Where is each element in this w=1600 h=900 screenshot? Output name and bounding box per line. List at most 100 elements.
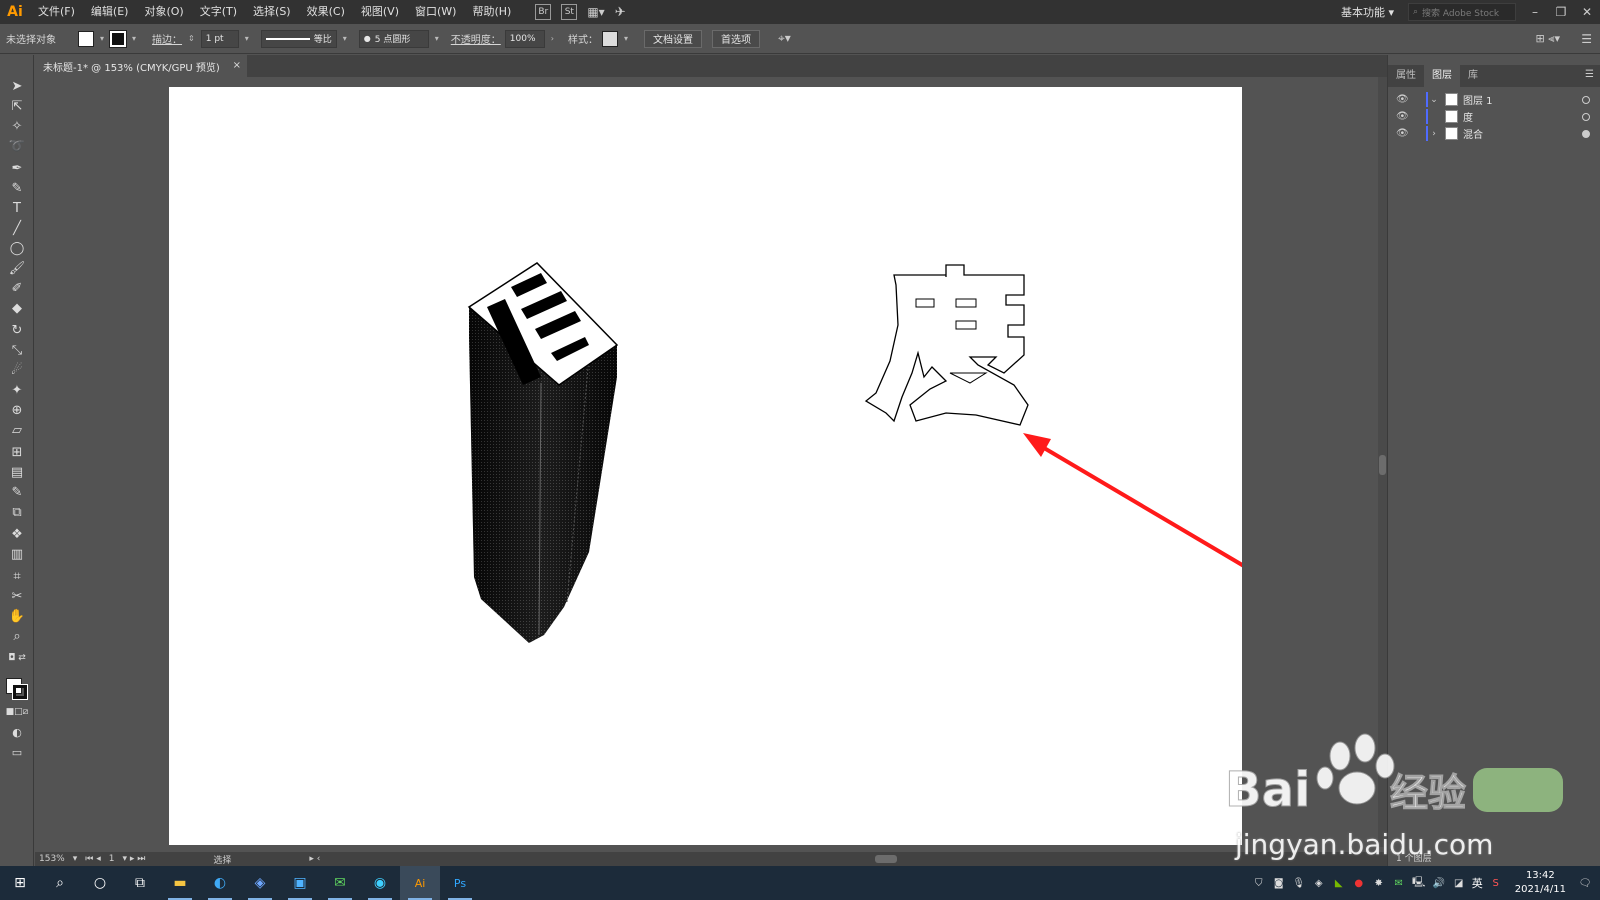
- wechat-tray-icon[interactable]: ✉: [1392, 876, 1406, 890]
- tray-app-icon[interactable]: ◈: [1312, 876, 1326, 890]
- brush-definition[interactable]: ● 5 点圆形: [358, 29, 429, 48]
- menu-object[interactable]: 对象(O): [136, 0, 191, 24]
- record-icon[interactable]: ●: [1352, 876, 1366, 890]
- blob-brush-tool-icon[interactable]: ✐: [7, 279, 27, 297]
- wechat-icon[interactable]: ✉: [320, 866, 360, 900]
- zoom-dropdown-icon[interactable]: ▾: [73, 854, 78, 864]
- vertical-scroll-thumb[interactable]: [1379, 455, 1386, 475]
- rotate-tool-icon[interactable]: ↻: [7, 321, 27, 339]
- menu-edit[interactable]: 编辑(E): [83, 0, 137, 24]
- variable-width-profile[interactable]: 等比: [260, 29, 337, 48]
- layer-name[interactable]: 混合: [1463, 126, 1483, 141]
- vertical-scrollbar[interactable]: [1378, 77, 1387, 847]
- network-icon[interactable]: 🖳: [1412, 876, 1426, 890]
- menu-type[interactable]: 文字(T): [192, 0, 245, 24]
- gpu-performance-icon[interactable]: ✈: [615, 5, 626, 20]
- restore-icon[interactable]: ❐: [1548, 5, 1574, 19]
- opacity-arrow-icon[interactable]: ›: [551, 34, 554, 43]
- edge-browser-icon[interactable]: ◐: [200, 866, 240, 900]
- magic-wand-tool-icon[interactable]: ✧: [7, 117, 27, 135]
- paintbrush-tool-icon[interactable]: 🖌: [7, 259, 27, 277]
- expand-chevron-right-icon[interactable]: ›: [1428, 129, 1440, 139]
- transform-icon[interactable]: ⌖▾: [778, 31, 791, 46]
- stock-button[interactable]: St: [561, 4, 578, 20]
- stroke-weight-dropdown-icon[interactable]: ▾: [245, 34, 249, 43]
- notification-icon[interactable]: 🗨: [1578, 876, 1592, 890]
- status-menu-icon[interactable]: ▸ ‹: [309, 854, 320, 864]
- default-colors-icon[interactable]: ◘ ⇄: [7, 649, 27, 667]
- horizontal-scroll-thumb[interactable]: [875, 855, 897, 863]
- outlined-glyph[interactable]: [864, 264, 1029, 426]
- selection-tool-icon[interactable]: ➤: [7, 77, 27, 95]
- shape-builder-tool-icon[interactable]: ⊕: [7, 401, 27, 419]
- close-icon[interactable]: ✕: [1574, 5, 1600, 19]
- eyedropper-tool-icon[interactable]: ✎: [7, 483, 27, 501]
- microphone-icon[interactable]: 🎙: [1292, 876, 1306, 890]
- document-setup-button[interactable]: 文档设置: [644, 29, 702, 48]
- mesh-tool-icon[interactable]: ⊞: [7, 443, 27, 461]
- menu-help[interactable]: 帮助(H): [464, 0, 519, 24]
- zoom-tool-icon[interactable]: ⌕: [7, 627, 27, 645]
- column-graph-tool-icon[interactable]: ▥: [7, 545, 27, 563]
- direct-selection-tool-icon[interactable]: ⇱: [7, 97, 27, 115]
- app-icon[interactable]: ◈: [240, 866, 280, 900]
- app-icon[interactable]: ▣: [280, 866, 320, 900]
- menu-effect[interactable]: 效果(C): [299, 0, 353, 24]
- screen-mode-icon[interactable]: ▭: [7, 743, 27, 761]
- menu-window[interactable]: 窗口(W): [407, 0, 464, 24]
- lasso-tool-icon[interactable]: ➰: [7, 137, 27, 155]
- tab-properties[interactable]: 属性: [1388, 65, 1424, 87]
- illustrator-icon[interactable]: Ai: [400, 866, 440, 900]
- symbol-sprayer-tool-icon[interactable]: ❖: [7, 525, 27, 543]
- curvature-tool-icon[interactable]: ✎: [7, 179, 27, 197]
- layer-name[interactable]: 图层 1: [1463, 92, 1493, 107]
- panel-options-icon[interactable]: ☰: [1581, 32, 1592, 46]
- visibility-eye-icon[interactable]: 👁: [1396, 94, 1410, 105]
- style-dropdown-icon[interactable]: ▾: [624, 34, 628, 43]
- fill-swatch[interactable]: [78, 30, 94, 47]
- preferences-button[interactable]: 首选项: [712, 29, 760, 48]
- tab-libraries[interactable]: 库: [1460, 65, 1486, 87]
- search-icon[interactable]: ⌕: [40, 866, 80, 900]
- input-method-indicator[interactable]: 英: [1472, 875, 1483, 891]
- perspective-grid-tool-icon[interactable]: ▱: [7, 421, 27, 439]
- layer-row[interactable]: 👁 ⌄ 图层 1: [1396, 91, 1596, 108]
- zoom-level[interactable]: 153%: [39, 854, 65, 864]
- pen-tool-icon[interactable]: ✒: [7, 159, 27, 177]
- app-icon[interactable]: ◉: [360, 866, 400, 900]
- scale-tool-icon[interactable]: ⤡: [7, 341, 27, 359]
- stroke-dropdown-icon[interactable]: ▾: [132, 34, 136, 43]
- tab-layers[interactable]: 图层: [1424, 65, 1460, 87]
- profile-dropdown-icon[interactable]: ▾: [343, 34, 347, 43]
- layer-target-icon[interactable]: [1582, 129, 1590, 138]
- tray-app-icon[interactable]: ◪: [1452, 876, 1466, 890]
- stroke-swatch[interactable]: [109, 29, 128, 48]
- layer-row[interactable]: 👁 › 混合: [1396, 125, 1596, 142]
- windows-start-icon[interactable]: ⊞: [0, 866, 40, 900]
- opacity-label[interactable]: 不透明度：: [451, 31, 501, 46]
- tray-app-icon[interactable]: ◙: [1272, 876, 1286, 890]
- artboard-dropdown-icon[interactable]: ▾ ▸ ⏭: [122, 854, 145, 864]
- menu-select[interactable]: 选择(S): [245, 0, 299, 24]
- expand-chevron-down-icon[interactable]: ⌄: [1428, 95, 1440, 105]
- layer-target-icon[interactable]: [1582, 95, 1590, 104]
- fill-dropdown-icon[interactable]: ▾: [100, 34, 104, 43]
- clock[interactable]: 13:42 2021/4/11: [1515, 869, 1566, 897]
- menu-file[interactable]: 文件(F): [30, 0, 83, 24]
- volume-icon[interactable]: 🔊: [1432, 876, 1446, 890]
- stroke-label[interactable]: 描边：: [152, 31, 182, 46]
- visibility-eye-icon[interactable]: 👁: [1396, 128, 1410, 139]
- puppet-warp-tool-icon[interactable]: ✦: [7, 381, 27, 399]
- graphic-style-swatch[interactable]: [601, 30, 618, 47]
- gradient-tool-icon[interactable]: ▤: [7, 463, 27, 481]
- file-explorer-icon[interactable]: ▬: [160, 866, 200, 900]
- panel-menu-icon[interactable]: ☰: [1585, 69, 1594, 80]
- stock-search-input[interactable]: ⌕ 搜索 Adobe Stock: [1408, 3, 1516, 21]
- line-tool-icon[interactable]: ╱: [7, 219, 27, 237]
- canvas-area[interactable]: [35, 77, 1378, 847]
- blend-object-3d[interactable]: [467, 262, 619, 643]
- warp-tool-icon[interactable]: ☄: [7, 361, 27, 379]
- layer-target-icon[interactable]: [1582, 112, 1590, 121]
- draw-mode-icon[interactable]: ◐: [7, 723, 27, 741]
- type-tool-icon[interactable]: T: [7, 199, 27, 217]
